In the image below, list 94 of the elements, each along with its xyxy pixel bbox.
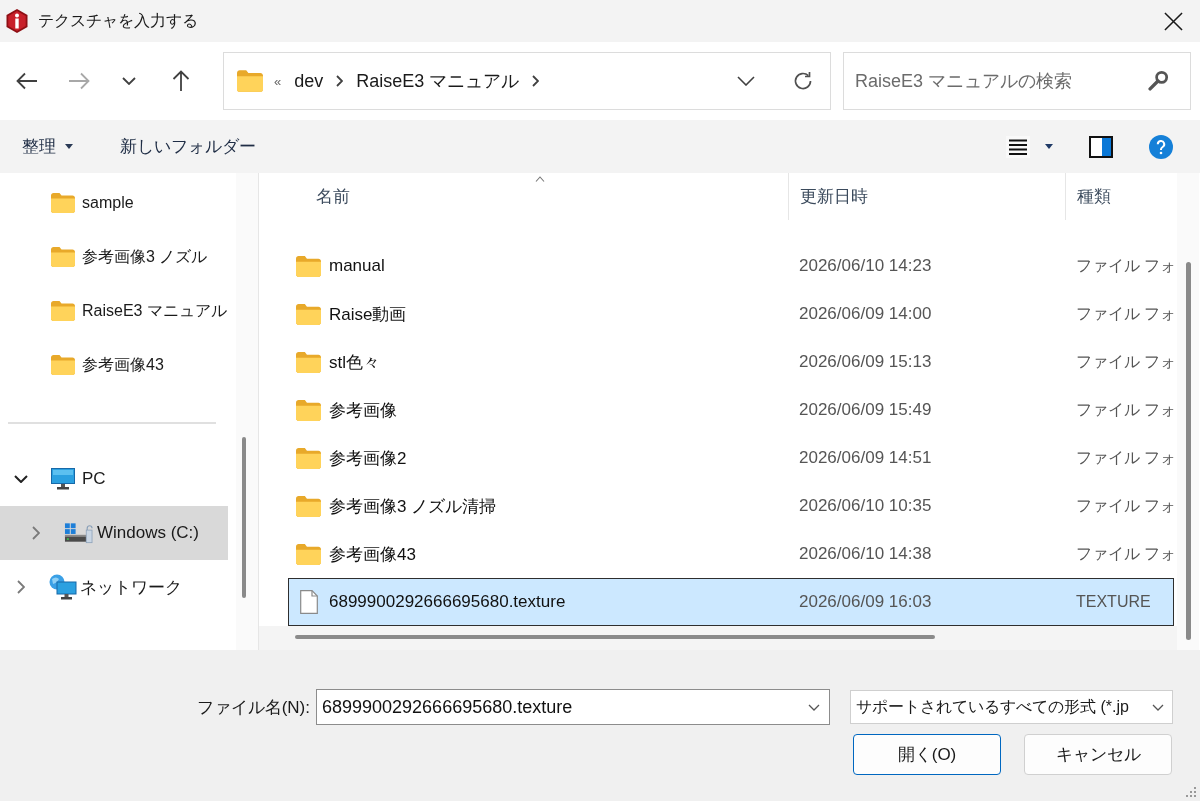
file-name: Raise動画 xyxy=(329,303,407,326)
nav-item[interactable]: 参考画像3 ノズル xyxy=(0,230,228,284)
file-row[interactable]: stl色々 2026/06/09 15:13 ファイル フォ xyxy=(288,338,1174,386)
address-bar[interactable]: « dev RaiseE3 マニュアル xyxy=(223,52,831,110)
file-row[interactable]: Raise動画 2026/06/09 14:00 ファイル フォ xyxy=(288,290,1174,338)
file-type: TEXTURE xyxy=(1076,593,1151,610)
file-row[interactable]: 参考画像43 2026/06/10 14:38 ファイル フォ xyxy=(288,530,1174,578)
modified-date: 2026/06/09 14:00 xyxy=(799,304,932,323)
caret-down-icon xyxy=(65,144,73,149)
scrollbar-thumb[interactable] xyxy=(295,635,935,639)
modified-date: 2026/06/09 15:13 xyxy=(799,352,932,371)
file-row[interactable]: manual 2026/06/10 14:23 ファイル フォ xyxy=(288,242,1174,290)
folder-icon xyxy=(296,303,321,325)
close-icon[interactable] xyxy=(1164,11,1183,31)
nav-item[interactable]: sample xyxy=(0,176,228,230)
file-icon xyxy=(300,590,318,614)
file-name: manual xyxy=(329,256,385,276)
chevron-down-icon[interactable] xyxy=(14,475,28,483)
back-arrow-icon[interactable] xyxy=(16,72,38,90)
folder-icon xyxy=(51,355,75,375)
computer-monitor-icon xyxy=(51,468,75,490)
file-name: 6899900292666695680.texture xyxy=(329,592,566,612)
file-row[interactable]: 参考画像2 2026/06/09 14:51 ファイル フォ xyxy=(288,434,1174,482)
column-header[interactable]: 名前 xyxy=(316,185,350,208)
view-list-icon[interactable] xyxy=(1006,135,1030,158)
window-title: テクスチャを入力する xyxy=(38,10,198,31)
search-field[interactable]: RaiseE3 マニュアルの検索 xyxy=(843,52,1191,110)
globe-monitor-icon xyxy=(49,574,77,600)
chevron-right-icon[interactable] xyxy=(532,75,540,87)
chevron-down-icon[interactable] xyxy=(808,704,820,711)
modified-date: 2026/06/10 14:38 xyxy=(799,544,932,563)
folder-icon xyxy=(51,193,75,213)
up-arrow-icon[interactable] xyxy=(172,70,190,92)
chevron-right-icon[interactable] xyxy=(336,75,344,87)
folder-icon xyxy=(296,543,321,565)
file-name: stl色々 xyxy=(329,351,380,374)
overflow-button[interactable]: « xyxy=(274,73,282,89)
breadcrumb[interactable]: dev xyxy=(294,70,324,92)
preview-pane-icon[interactable] xyxy=(1089,135,1113,158)
folder-icon xyxy=(296,351,321,373)
folder-icon xyxy=(51,301,75,321)
file-type: ファイル フォ xyxy=(1076,544,1177,562)
file-row[interactable]: 6899900292666695680.texture 2026/06/09 16:03 TEXTURE xyxy=(288,578,1174,626)
modified-date: 2026/06/10 14:23 xyxy=(799,256,932,275)
chevron-down-icon xyxy=(1152,703,1164,711)
folder-icon xyxy=(296,495,321,517)
sort-caret-icon xyxy=(535,176,545,182)
organize-menu-button[interactable]: 整理 xyxy=(22,135,73,158)
file-name: 参考画像2 xyxy=(329,447,407,470)
file-type: ファイル フォ xyxy=(1076,352,1177,370)
nav-item[interactable]: 参考画像43 xyxy=(0,338,228,392)
folder-icon xyxy=(296,399,321,421)
resize-grip-icon[interactable] xyxy=(1185,786,1197,798)
file-type: ファイル フォ xyxy=(1076,496,1177,514)
file-name: 参考画像43 xyxy=(329,543,416,566)
app-logo-icon xyxy=(6,9,28,33)
file-name-label: ファイル名(N): xyxy=(196,696,310,719)
refresh-icon[interactable] xyxy=(793,71,813,91)
file-name-field[interactable]: 6899900292666695680.texture xyxy=(316,689,830,725)
file-type: ファイル フォ xyxy=(1076,448,1177,466)
open-button[interactable]: 開く(O) xyxy=(853,734,1001,775)
help-icon[interactable] xyxy=(1149,134,1173,159)
modified-date: 2026/06/09 15:49 xyxy=(799,400,932,419)
modified-date: 2026/06/09 14:51 xyxy=(799,448,932,467)
nav-item[interactable]: ネットワーク xyxy=(0,560,228,614)
breadcrumb[interactable]: RaiseE3 マニュアル xyxy=(356,69,520,93)
drive-icon xyxy=(64,522,93,544)
file-name: 参考画像 xyxy=(329,399,397,422)
folder-icon xyxy=(296,255,321,277)
search-icon[interactable] xyxy=(1148,70,1169,91)
chevron-down-icon[interactable] xyxy=(122,77,136,85)
column-header[interactable]: 更新日時 xyxy=(800,185,868,208)
file-type-dropdown[interactable]: サポートされているすべての形式 (*.jp xyxy=(850,690,1173,724)
chevron-down-icon[interactable] xyxy=(737,76,755,86)
file-type: ファイル フォ xyxy=(1076,304,1177,322)
folder-icon xyxy=(237,70,263,92)
folder-icon xyxy=(296,447,321,469)
folder-icon xyxy=(51,247,75,267)
file-row[interactable]: 参考画像3 ノズル清掃 2026/06/10 10:35 ファイル フォ xyxy=(288,482,1174,530)
column-header[interactable]: 種類 xyxy=(1077,185,1111,208)
nav-item[interactable]: PC xyxy=(0,452,228,506)
nav-item[interactable]: RaiseE3 マニュアル xyxy=(0,284,228,338)
caret-down-icon[interactable] xyxy=(1045,144,1053,149)
scrollbar-thumb[interactable] xyxy=(1186,262,1191,640)
cancel-button[interactable]: キャンセル xyxy=(1024,734,1172,775)
file-name: 参考画像3 ノズル清掃 xyxy=(329,495,497,518)
nav-item[interactable]: Windows (C:) xyxy=(0,506,228,560)
file-type: ファイル フォ xyxy=(1076,400,1177,418)
file-type: ファイル フォ xyxy=(1076,256,1177,274)
scrollbar-thumb[interactable] xyxy=(242,437,246,598)
modified-date: 2026/06/09 16:03 xyxy=(799,592,932,611)
file-row[interactable]: 参考画像 2026/06/09 15:49 ファイル フォ xyxy=(288,386,1174,434)
new-folder-button[interactable]: 新しいフォルダー xyxy=(120,135,256,158)
modified-date: 2026/06/10 10:35 xyxy=(799,496,932,515)
